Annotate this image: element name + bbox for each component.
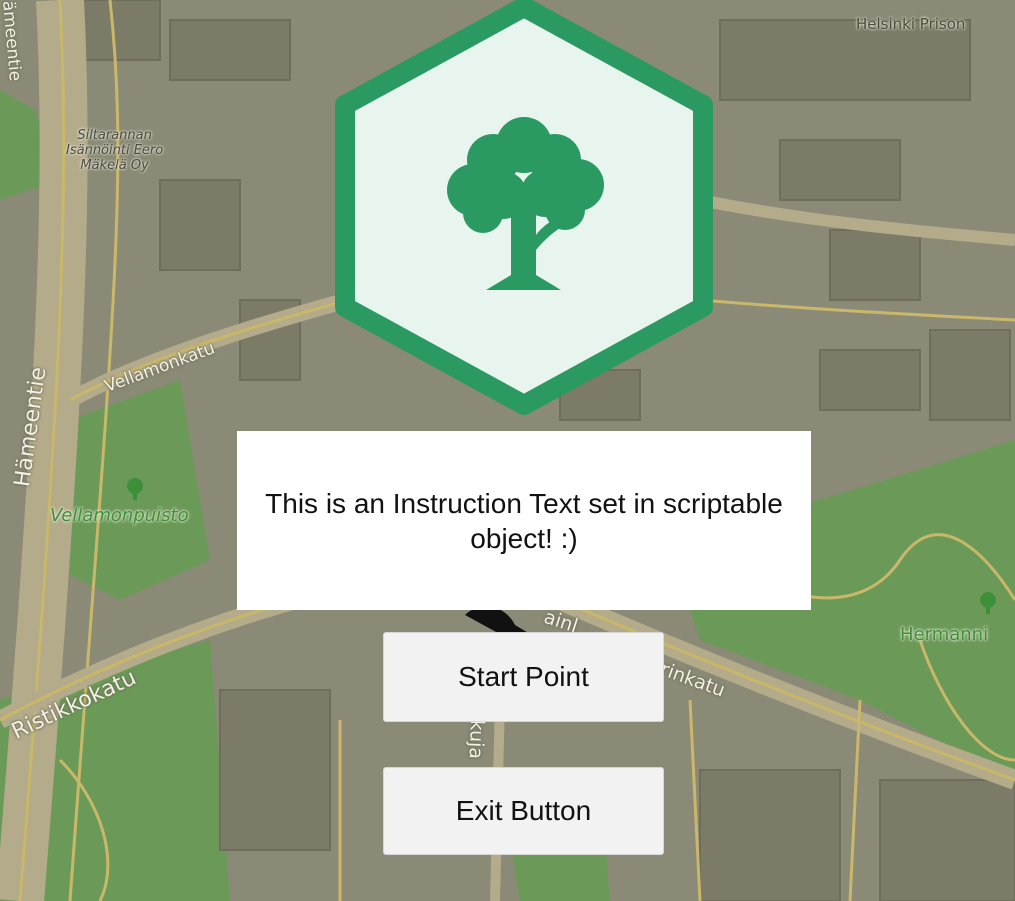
park-label: Hermanni bbox=[900, 624, 989, 645]
building bbox=[929, 329, 1011, 421]
building bbox=[159, 179, 241, 271]
street-label: kuja bbox=[464, 719, 488, 760]
building bbox=[779, 139, 901, 201]
poi-label: Helsinki Prison bbox=[856, 15, 966, 33]
building bbox=[699, 769, 841, 901]
exit-button[interactable]: Exit Button bbox=[383, 767, 664, 855]
instruction-text: This is an Instruction Text set in scrip… bbox=[265, 487, 783, 554]
tree-logo bbox=[335, 0, 713, 415]
park-label: Vellamonpuisto bbox=[50, 505, 189, 526]
building bbox=[819, 349, 921, 411]
poi-label: Siltarannan Isännöinti Eero Mäkelä Oy bbox=[66, 128, 163, 173]
building bbox=[219, 689, 331, 851]
poi-line: Mäkelä Oy bbox=[80, 158, 149, 173]
poi-line: Siltarannan bbox=[77, 128, 152, 143]
building bbox=[169, 19, 291, 81]
poi-line: Isännöinti Eero bbox=[66, 143, 164, 158]
building bbox=[79, 0, 161, 61]
start-point-button[interactable]: Start Point bbox=[383, 632, 664, 722]
building bbox=[879, 779, 1015, 901]
building bbox=[829, 229, 921, 301]
instruction-panel: This is an Instruction Text set in scrip… bbox=[237, 431, 811, 610]
